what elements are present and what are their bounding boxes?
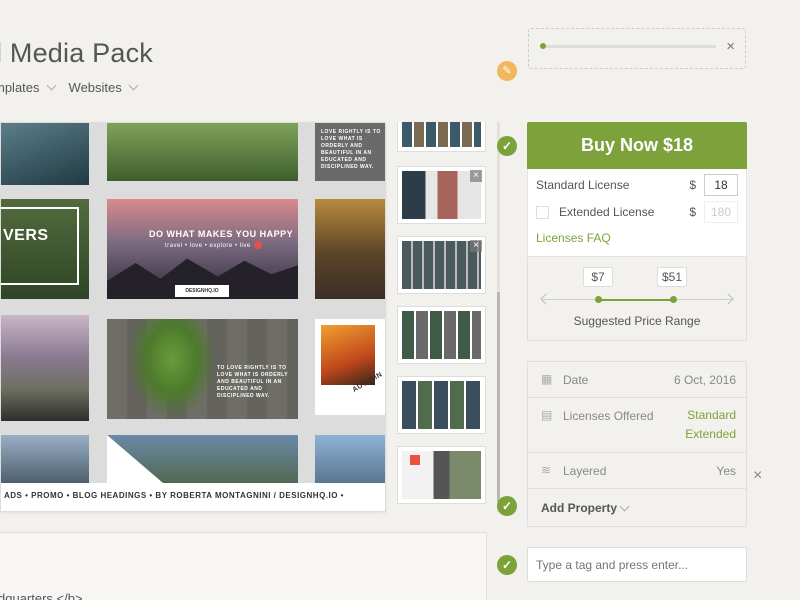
- close-icon[interactable]: ×: [726, 38, 735, 55]
- preview-caption: ADS • PROMO • BLOG HEADINGS • BY ROBERTA…: [4, 491, 344, 500]
- property-date-label: Date: [563, 373, 589, 387]
- extended-license-label: Extended License: [559, 205, 655, 219]
- thumbnail[interactable]: [397, 376, 486, 434]
- thumbnail[interactable]: ×: [397, 236, 486, 294]
- layers-icon: ≋: [541, 463, 552, 477]
- preview-tile: TO LOVE RIGHTLY IS TO LOVE WHAT IS ORDER…: [107, 319, 298, 419]
- calendar-icon: ▦: [541, 372, 553, 386]
- property-layered-label: Layered: [563, 464, 607, 478]
- standard-price-input[interactable]: 18: [704, 174, 738, 196]
- editor-code-text: dquarters </b>: [0, 591, 83, 600]
- price-range-caption: Suggested Price Range: [573, 314, 701, 328]
- price-range-max-handle[interactable]: [670, 296, 677, 303]
- thumbnail[interactable]: ×: [397, 166, 486, 224]
- preview-tile: [107, 435, 298, 483]
- chevron-down-icon: [46, 80, 56, 91]
- fire-shape: [321, 325, 375, 385]
- extended-price-input[interactable]: 180: [704, 201, 738, 223]
- remove-thumbnail-icon[interactable]: ×: [470, 240, 482, 252]
- preview-tile: AUTUMN: [315, 319, 385, 415]
- tag-input[interactable]: [527, 547, 747, 582]
- tile-title: DO WHAT MAKES YOU HAPPY: [149, 229, 294, 239]
- properties-panel: ▦ Date 6 Oct, 2016 ▤ Licenses Offered St…: [527, 361, 747, 527]
- nav-websites[interactable]: Websites: [68, 80, 139, 95]
- chevron-down-icon: [619, 501, 630, 511]
- remove-property-icon[interactable]: ×: [753, 467, 762, 485]
- upload-progress-indicator: [540, 43, 546, 49]
- buy-now-button[interactable]: Buy Now $18: [527, 122, 747, 169]
- currency-symbol: $: [689, 178, 696, 192]
- chevron-down-icon: [128, 80, 139, 91]
- tile-quote: TO LOVE RIGHTLY IS TO LOVE WHAT IS ORDER…: [217, 365, 289, 399]
- scrollbar-thumb[interactable]: [497, 292, 500, 502]
- property-date: ▦ Date 6 Oct, 2016: [528, 362, 746, 398]
- preview-tile: [1, 435, 89, 483]
- price-max-label: $51: [657, 267, 687, 287]
- thumbnail-scrollbar[interactable]: [497, 122, 500, 512]
- document-icon: ▤: [541, 408, 553, 422]
- tile-brand: DESIGNHQ.IO: [175, 285, 229, 297]
- main-preview[interactable]: LOVE RIGHTLY IS TO LOVE WHAT IS ORDERLY …: [0, 122, 386, 512]
- property-licenses: ▤ Licenses Offered Standard Extended: [528, 398, 746, 453]
- thumbnail-list[interactable]: × ×: [396, 122, 488, 512]
- upload-dropzone[interactable]: ×: [528, 28, 746, 69]
- preview-image: LOVE RIGHTLY IS TO LOVE WHAT IS ORDERLY …: [1, 123, 385, 483]
- check-icon: ✓: [497, 496, 517, 516]
- price-range-min-handle[interactable]: [595, 296, 602, 303]
- tile-dot: [254, 241, 262, 249]
- add-property-button[interactable]: Add Property: [541, 501, 630, 515]
- property-licenses-extended: Extended: [685, 427, 736, 441]
- price-min-label: $7: [583, 267, 613, 287]
- property-date-value: 6 Oct, 2016: [673, 373, 736, 387]
- preview-tile: [107, 123, 298, 181]
- preview-tile: VERS: [1, 199, 89, 299]
- nav-websites-label: Websites: [68, 80, 122, 95]
- price-range-panel: $7 $51 Suggested Price Range: [527, 257, 747, 341]
- check-icon: ✓: [497, 136, 517, 156]
- description-editor[interactable]: [0, 532, 487, 600]
- preview-tile: DO WHAT MAKES YOU HAPPY travel • love • …: [107, 199, 298, 299]
- sub-navigation: mplates Websites: [0, 80, 139, 95]
- tile-triangle: [107, 435, 177, 483]
- page-title: l Media Pack: [0, 38, 153, 68]
- leaf-shape: [127, 319, 217, 419]
- property-layered: ≋ Layered Yes: [528, 453, 746, 489]
- thumbnail[interactable]: [397, 306, 486, 364]
- thumbnail[interactable]: [397, 446, 486, 504]
- preview-tile: [315, 435, 385, 483]
- preview-tile: LOVE RIGHTLY IS TO LOVE WHAT IS ORDERLY …: [315, 123, 385, 181]
- property-layered-value: Yes: [716, 464, 736, 478]
- tile-subtitle: travel • love • explore • live: [165, 243, 251, 249]
- standard-license-row: Standard License $ 18: [536, 174, 738, 196]
- extended-license-checkbox[interactable]: [536, 206, 549, 219]
- remove-thumbnail-icon[interactable]: ×: [470, 170, 482, 182]
- check-icon: ✓: [497, 555, 517, 575]
- preview-tile: [1, 315, 89, 421]
- preview-tile: [315, 199, 385, 299]
- nav-templates[interactable]: mplates: [0, 80, 56, 95]
- property-licenses-standard: Standard: [687, 408, 736, 422]
- extended-license-row: Extended License $ 180: [536, 201, 738, 223]
- standard-license-label: Standard License: [536, 178, 630, 192]
- tile-frame: [1, 207, 79, 285]
- pencil-icon[interactable]: ✎: [497, 61, 517, 81]
- add-property-label: Add Property: [541, 501, 618, 515]
- nav-templates-label: mplates: [0, 80, 40, 95]
- thumbnail-badge: [410, 455, 420, 465]
- property-licenses-label: Licenses Offered: [563, 409, 654, 423]
- price-range-selected: [598, 299, 673, 301]
- licenses-faq-link[interactable]: Licenses FAQ: [536, 231, 611, 245]
- upload-progress-bar: [541, 45, 716, 48]
- license-panel: Standard License $ 18 Extended License $…: [527, 169, 747, 257]
- tile-title: VERS: [3, 227, 49, 244]
- tile-quote: LOVE RIGHTLY IS TO LOVE WHAT IS ORDERLY …: [321, 129, 381, 170]
- preview-tile: [1, 123, 89, 185]
- thumbnail[interactable]: [397, 122, 486, 152]
- currency-symbol: $: [689, 205, 696, 219]
